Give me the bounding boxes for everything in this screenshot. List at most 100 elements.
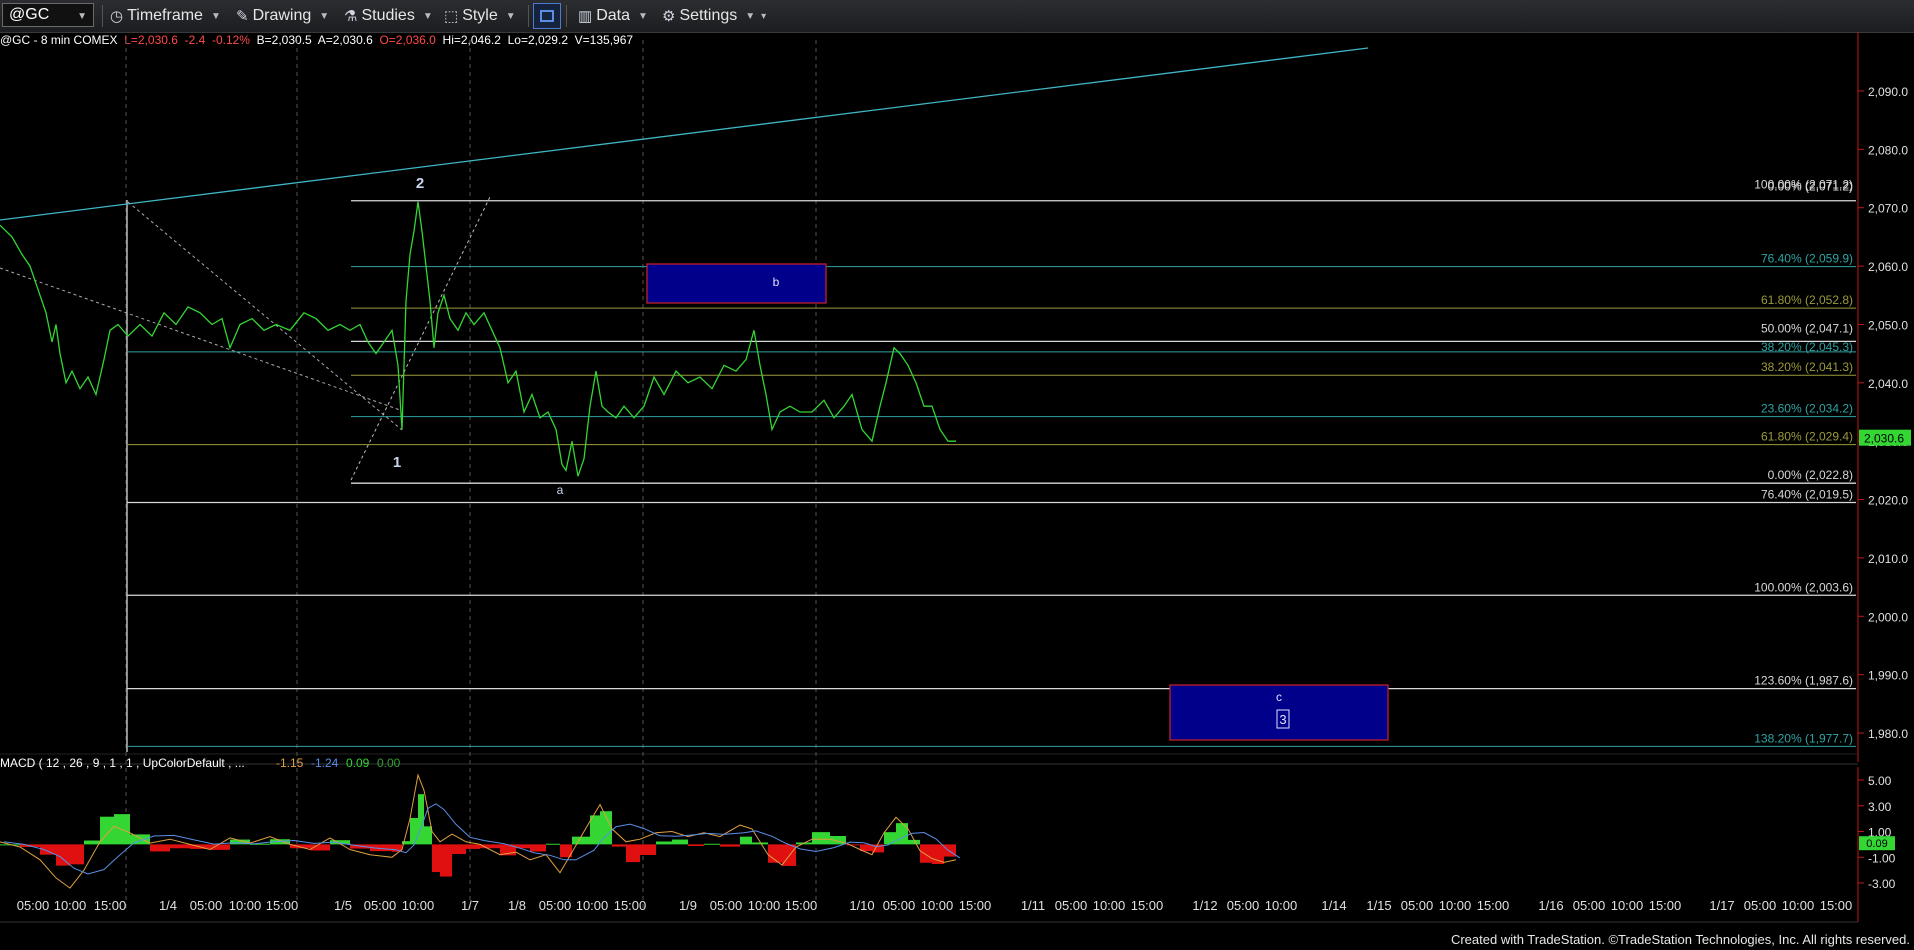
studies-menu[interactable]: ⚗ Studies ▼	[344, 4, 433, 28]
fib-label: 0.00% (2,022.8)	[1768, 468, 1853, 482]
time-tick-label: 15:00	[266, 898, 299, 913]
macd-tick-label: 3.00	[1868, 800, 1892, 814]
time-tick-label: 15:00	[1820, 898, 1853, 913]
time-tick-label: 1/9	[679, 898, 697, 913]
time-tick-label: 10:00	[748, 898, 781, 913]
macd-hist-bar	[612, 844, 626, 847]
macd-hist-bar	[572, 836, 590, 845]
timeframe-label: Timeframe	[127, 7, 203, 24]
time-tick-label: 15:00	[614, 898, 647, 913]
timeframe-menu[interactable]: ◷ Timeframe ▼	[110, 4, 221, 28]
guide-line[interactable]	[0, 267, 401, 411]
session-lines	[125, 40, 817, 912]
wave-label-a: a	[557, 483, 564, 497]
time-tick-label: 1/11	[1021, 898, 1045, 913]
macd-hist-bar	[452, 844, 466, 855]
price-series[interactable]	[0, 201, 956, 477]
time-tick-label: 05:00	[17, 898, 50, 913]
chevron-down-icon: ▼	[319, 10, 330, 22]
price-tick-label: 1,980.0	[1868, 727, 1908, 741]
time-tick-label: 1/7	[461, 898, 479, 913]
trendline[interactable]	[0, 47, 1369, 221]
price-tick-label: 2,000.0	[1868, 610, 1908, 624]
time-tick-label: 05:00	[710, 898, 743, 913]
style-icon: ⬚	[444, 8, 459, 25]
time-tick-label: 10:00	[1439, 898, 1472, 913]
macd-hist-bar	[418, 794, 424, 845]
price-axis[interactable]: 2,090.0 2,080.0 2,070.0 2,060.0 2,050.0 2,040…	[1858, 85, 1908, 741]
macd-hist-bar	[896, 823, 908, 845]
price-chart[interactable]: 100.00% (2,071.2)0.00% (2,071.2)76.40% (…	[0, 32, 1914, 930]
macd-hist-bar	[432, 844, 440, 873]
time-tick-label: 05:00	[1401, 898, 1434, 913]
macd-axis[interactable]: 5.003.001.00-1.00-3.00	[1858, 774, 1896, 891]
macd-hist-bar	[170, 844, 190, 849]
pencil-icon: ✎	[236, 8, 249, 25]
time-tick-label: 1/12	[1192, 898, 1217, 913]
layout-icon	[540, 10, 554, 22]
price-tick-label: 2,090.0	[1868, 85, 1908, 99]
price-tick-label: 2,050.0	[1868, 318, 1908, 332]
time-axis[interactable]: 05:00 10:00 15:00 1/4 05:00 10:00 15:00 1/5 05:0…	[17, 898, 1853, 913]
time-tick-label: 05:00	[1227, 898, 1260, 913]
macd-histogram	[0, 794, 956, 877]
macd-hist-bar	[440, 844, 452, 877]
style-menu[interactable]: ⬚ Style ▼	[444, 4, 516, 28]
chevron-down-icon: ▼	[422, 10, 433, 22]
studies-label: Studies	[361, 7, 415, 24]
wave-label-1: 1	[393, 454, 401, 471]
plot-area	[0, 32, 1858, 762]
price-tick-label: 2,060.0	[1868, 260, 1908, 274]
macd-line	[0, 773, 957, 889]
layout-button[interactable]	[533, 3, 561, 29]
time-tick-label: 05:00	[1744, 898, 1777, 913]
toolbar-divider	[102, 5, 103, 27]
fib-label: 123.60% (1,987.6)	[1754, 674, 1853, 688]
symbol-text: @GC	[9, 6, 50, 23]
macd-hist-bar	[656, 841, 672, 845]
macd-hist-bar	[640, 844, 656, 855]
drawing-label: Drawing	[252, 7, 312, 24]
toolbar: @GC ▼ ◷ Timeframe ▼ ✎ Drawing ▼ ⚗ Studie…	[0, 0, 1914, 33]
wave-b-box[interactable]	[646, 263, 827, 304]
data-label: Data	[596, 7, 630, 24]
time-tick-label: 15:00	[1649, 898, 1682, 913]
price-tick-label: 2,080.0	[1868, 143, 1908, 157]
macd-hist-bar	[84, 840, 100, 845]
time-tick-label: 10:00	[1093, 898, 1126, 913]
guide-line[interactable]	[350, 196, 491, 481]
macd-hist-bar	[920, 844, 932, 863]
guide-line[interactable]	[127, 201, 403, 431]
time-tick-label: 1/16	[1538, 898, 1563, 913]
macd-hist-bar	[626, 844, 640, 863]
chevron-down-icon: ▼	[505, 10, 516, 22]
time-tick-label: 10:00	[1265, 898, 1298, 913]
drawing-menu[interactable]: ✎ Drawing ▼	[236, 4, 329, 28]
time-tick-label: 10:00	[921, 898, 954, 913]
wave-label-b: b	[773, 275, 780, 289]
macd-hist-bar	[424, 826, 432, 845]
price-tick-label: 2,010.0	[1868, 552, 1908, 566]
symbol-selector[interactable]: @GC ▼	[2, 3, 94, 27]
current-price-label: 2,030.6	[1864, 432, 1904, 446]
macd-tick-label: 5.00	[1868, 774, 1892, 788]
time-tick-label: 15:00	[785, 898, 818, 913]
time-tick-label: 10:00	[1782, 898, 1815, 913]
macd-hist-bar	[688, 844, 704, 846]
time-tick-label: 1/10	[849, 898, 874, 913]
wave-label-3: 3	[1279, 712, 1286, 727]
time-tick-label: 15:00	[1131, 898, 1164, 913]
time-tick-label: 1/17	[1709, 898, 1734, 913]
macd-tick-label: -3.00	[1868, 877, 1896, 891]
time-tick-label: 1/4	[159, 898, 177, 913]
flask-icon: ⚗	[344, 8, 358, 25]
chevron-down-icon: ▼	[745, 10, 756, 22]
fib-levels: 100.00% (2,071.2)0.00% (2,071.2)76.40% (…	[127, 178, 1856, 747]
time-tick-label: 1/14	[1321, 898, 1346, 913]
time-tick-label: 1/5	[334, 898, 352, 913]
data-menu[interactable]: ▥ Data ▼	[578, 4, 648, 28]
time-tick-label: 10:00	[229, 898, 262, 913]
clock-icon: ◷	[110, 8, 124, 25]
price-tick-label: 2,040.0	[1868, 377, 1908, 391]
settings-menu[interactable]: ⚙ Settings ▼ ▾	[662, 4, 766, 28]
